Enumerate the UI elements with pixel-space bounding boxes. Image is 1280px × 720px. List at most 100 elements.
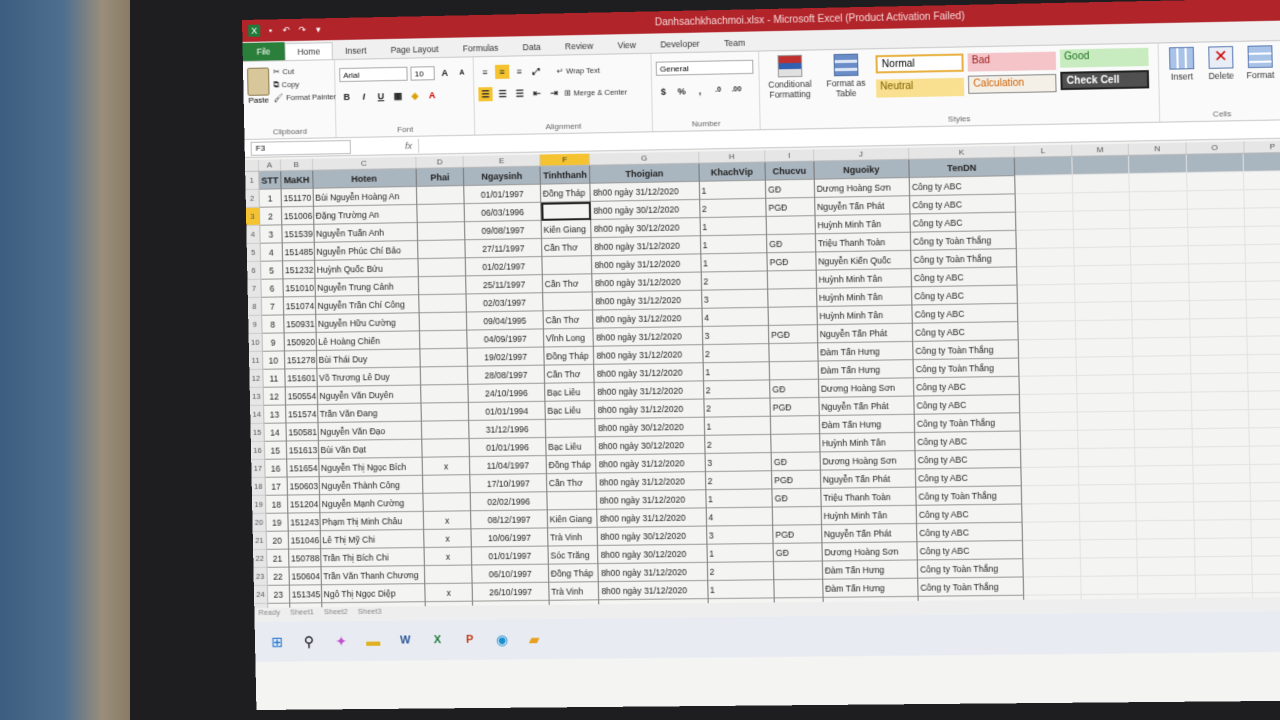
cell[interactable] — [1015, 175, 1072, 194]
cell[interactable]: Công ty ABC — [914, 395, 1020, 415]
cell[interactable]: 19 — [266, 514, 288, 532]
cell[interactable] — [1072, 174, 1130, 193]
cell[interactable] — [1076, 320, 1134, 339]
cell[interactable]: 2 — [705, 435, 772, 454]
cell[interactable] — [543, 292, 594, 311]
cell[interactable] — [1192, 428, 1250, 447]
cell[interactable]: 151204 — [288, 495, 320, 513]
cell[interactable] — [771, 416, 820, 435]
tab-formulas[interactable]: Formulas — [450, 39, 510, 56]
cell[interactable]: 17 — [265, 478, 287, 496]
cell[interactable]: 150604 — [289, 567, 321, 585]
cell[interactable]: 2 — [704, 380, 771, 399]
cell[interactable] — [1081, 576, 1139, 595]
cell[interactable]: GĐ — [772, 489, 821, 508]
cell[interactable]: PGĐ — [773, 525, 822, 544]
cell[interactable]: 01/01/1997 — [465, 185, 541, 204]
copilot-icon[interactable]: ✦ — [333, 633, 349, 649]
cell[interactable]: 151232 — [283, 261, 315, 280]
cell[interactable] — [1017, 266, 1074, 285]
cell[interactable]: PGĐ — [767, 252, 816, 271]
cell[interactable]: x — [422, 457, 470, 476]
cell[interactable] — [1196, 575, 1254, 594]
cell[interactable] — [1073, 192, 1131, 211]
cell[interactable] — [1193, 465, 1251, 484]
cell[interactable] — [425, 565, 473, 584]
cell[interactable]: Nguyễn Trần Chí Công — [315, 295, 419, 315]
cell[interactable]: Bùi Văn Đạt — [318, 440, 422, 459]
cell[interactable]: Nguyễn Tuấn Anh — [314, 223, 418, 243]
cell[interactable]: Công ty Toàn Thắng — [915, 413, 1021, 433]
insert-cells-button[interactable]: Insert — [1163, 47, 1201, 108]
cell[interactable]: 3 — [702, 326, 769, 345]
cell[interactable] — [541, 202, 592, 221]
column-header-p[interactable]: P — [1244, 140, 1280, 152]
cell[interactable]: 04/09/1997 — [468, 329, 544, 348]
cell[interactable]: 8h00 ngày 31/12/2020 — [593, 273, 702, 293]
tab-home[interactable]: Home — [284, 42, 333, 60]
tab-view[interactable]: View — [605, 37, 648, 54]
cell[interactable] — [1075, 284, 1133, 303]
file-explorer-icon[interactable]: ▬ — [365, 633, 381, 649]
column-title-thoigian[interactable]: Thoigian — [590, 164, 699, 184]
cell[interactable] — [417, 222, 465, 241]
cell[interactable]: 02/02/1996 — [471, 492, 547, 511]
tab-team[interactable]: Team — [712, 34, 758, 51]
column-header-a[interactable]: A — [259, 159, 281, 170]
cell[interactable]: 1 — [708, 580, 775, 599]
cell[interactable] — [418, 240, 466, 259]
cell[interactable] — [1246, 263, 1280, 282]
cell[interactable]: 11/04/1997 — [470, 456, 546, 475]
cell[interactable] — [1132, 283, 1190, 302]
tab-developer[interactable]: Developer — [648, 35, 712, 52]
row-header[interactable]: 7 — [247, 280, 261, 298]
cell[interactable]: GĐ — [770, 380, 819, 399]
cell[interactable]: Bạc Liêu — [545, 401, 596, 420]
cell[interactable] — [420, 331, 468, 350]
column-title-phai[interactable]: Phai — [416, 168, 464, 187]
cell[interactable]: 151006 — [282, 207, 314, 226]
cell[interactable] — [417, 204, 465, 223]
cell[interactable] — [418, 258, 466, 277]
style-normal[interactable]: Normal — [876, 53, 964, 73]
cell[interactable]: Bạc Liêu — [545, 383, 596, 402]
cell[interactable] — [1252, 538, 1280, 557]
cell[interactable] — [1249, 391, 1280, 410]
row-header[interactable]: 2 — [246, 190, 260, 208]
style-bad[interactable]: Bad — [968, 52, 1057, 72]
cell[interactable] — [1187, 190, 1245, 209]
align-top-icon[interactable]: ≡ — [478, 65, 492, 79]
cell[interactable] — [420, 367, 468, 386]
cell[interactable]: Nguyễn Tấn Phát — [817, 324, 913, 344]
cell[interactable] — [1251, 501, 1280, 520]
cell[interactable]: Nguyễn Phúc Chí Bảo — [314, 241, 418, 261]
row-header[interactable]: 22 — [253, 550, 267, 568]
cell[interactable] — [1130, 210, 1188, 229]
cell[interactable]: 8h00 ngày 31/12/2020 — [594, 345, 703, 365]
search-icon[interactable]: ⚲ — [301, 633, 317, 649]
cell[interactable] — [1023, 559, 1081, 578]
cell[interactable] — [547, 492, 598, 511]
cell[interactable] — [422, 421, 470, 440]
cell[interactable] — [1187, 154, 1245, 173]
cell[interactable]: 24/10/1996 — [469, 384, 545, 403]
increase-decimal-icon[interactable]: .0 — [711, 83, 726, 97]
cell[interactable] — [1015, 157, 1072, 176]
cell[interactable]: x — [423, 511, 471, 530]
cell[interactable] — [1020, 376, 1077, 395]
cell[interactable] — [1247, 299, 1280, 318]
cell[interactable]: Cần Thơ — [543, 274, 594, 293]
cell[interactable]: Cần Thơ — [543, 311, 594, 330]
cell[interactable] — [1081, 558, 1139, 577]
cell[interactable]: Trần Văn Đang — [318, 404, 422, 423]
cell[interactable]: Công ty Toàn Thắng — [913, 340, 1019, 360]
cell[interactable] — [1077, 412, 1135, 431]
cell[interactable]: 4 — [706, 508, 773, 527]
cell[interactable]: Nguyễn Tấn Phát — [815, 196, 911, 216]
cell[interactable]: 4 — [702, 308, 769, 327]
row-header[interactable]: 20 — [252, 514, 266, 532]
tab-file[interactable]: File — [242, 42, 284, 61]
cell[interactable]: 01/02/1997 — [466, 257, 542, 276]
style-good[interactable]: Good — [1060, 48, 1149, 68]
cell[interactable] — [1020, 394, 1077, 413]
